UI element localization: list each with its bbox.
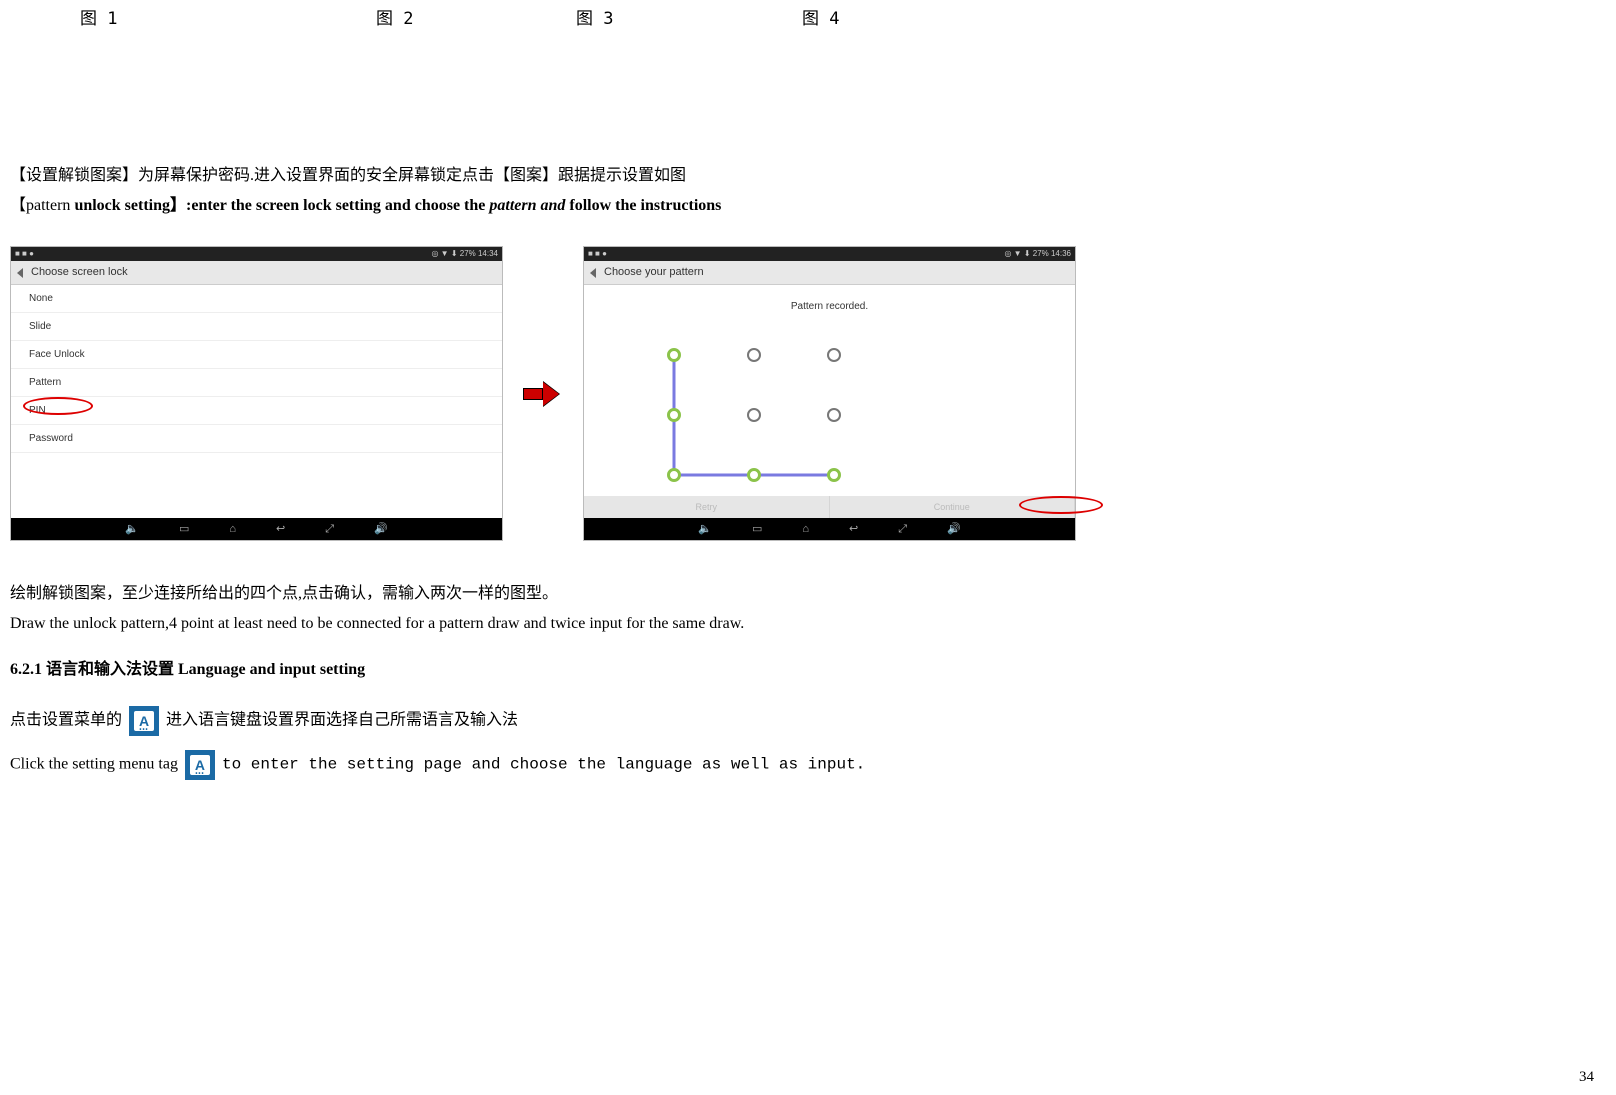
retry-button[interactable]: Retry — [584, 496, 830, 518]
figure-labels-row: 图 1 图 2 图 3 图 4 — [10, 6, 1606, 33]
screen-title: Choose screen lock — [31, 264, 128, 282]
lock-option-none[interactable]: None — [11, 285, 502, 313]
status-right: ◎ ▼ ⬇ 27% 14:36 — [1004, 248, 1071, 261]
paragraph-lang-en: Click the setting menu tag A to enter th… — [10, 750, 1606, 780]
nav-vol-down-icon[interactable]: 🔈 — [698, 521, 712, 539]
fig-label-1: 图 1 — [80, 6, 376, 33]
text-italic: pattern and — [489, 197, 569, 214]
status-right: ◎ ▼ ⬇ 27% 14:34 — [431, 248, 498, 261]
status-left: ■ ■ ● — [15, 248, 34, 261]
nav-expand-icon[interactable]: ⤢ — [325, 521, 334, 539]
screen-title: Choose your pattern — [604, 264, 704, 282]
nav-home-icon[interactable]: ⌂ — [802, 521, 809, 539]
screenshots-row: ■ ■ ● ◎ ▼ ⬇ 27% 14:34 Choose screen lock… — [10, 246, 1606, 541]
pattern-grid[interactable] — [659, 345, 859, 485]
pattern-button-bar: Retry Continue — [584, 496, 1075, 518]
paragraph-lang-zh: 点击设置菜单的 A 进入语言键盘设置界面选择自己所需语言及输入法 — [10, 706, 1606, 736]
screen-title-bar: Choose your pattern — [584, 261, 1075, 285]
language-icon: A — [185, 750, 215, 780]
text-pre: Click the setting menu tag — [10, 756, 182, 773]
nav-home-icon[interactable]: ⌂ — [229, 521, 236, 539]
status-bar: ■ ■ ● ◎ ▼ ⬇ 27% 14:36 — [584, 247, 1075, 261]
screenshot-choose-lock: ■ ■ ● ◎ ▼ ⬇ 27% 14:34 Choose screen lock… — [10, 246, 503, 541]
nav-vol-down-icon[interactable]: 🔈 — [125, 521, 139, 539]
text-pre: 点击设置菜单的 — [10, 712, 122, 729]
lock-option-password[interactable]: Password — [11, 425, 502, 453]
nav-bar: 🔈 ▭ ⌂ ↩ ⤢ 🔊 — [11, 518, 502, 540]
status-bar: ■ ■ ● ◎ ▼ ⬇ 27% 14:34 — [11, 247, 502, 261]
page-number: 34 — [1579, 1065, 1594, 1089]
text-post: 进入语言键盘设置界面选择自己所需语言及输入法 — [166, 712, 518, 729]
language-icon-letter: A — [190, 755, 210, 775]
nav-recent-icon[interactable]: ▭ — [752, 521, 762, 539]
screenshot-choose-pattern: ■ ■ ● ◎ ▼ ⬇ 27% 14:36 Choose your patter… — [583, 246, 1076, 541]
nav-vol-up-icon[interactable]: 🔊 — [947, 521, 961, 539]
text-bold-1: unlock setting】:enter the screen lock se… — [74, 197, 489, 214]
nav-bar: 🔈 ▭ ⌂ ↩ ⤢ 🔊 — [584, 518, 1075, 540]
back-icon[interactable] — [590, 268, 596, 278]
language-icon: A — [129, 706, 159, 736]
nav-expand-icon[interactable]: ⤢ — [898, 521, 907, 539]
fig-label-4: 图 4 — [802, 6, 839, 33]
screen-title-bar: Choose screen lock — [11, 261, 502, 285]
paragraph-lock-en: 【pattern unlock setting】:enter the scree… — [10, 193, 1606, 219]
nav-back-icon[interactable]: ↩ — [276, 521, 285, 539]
lock-option-list: None Slide Face Unlock Pattern PIN Passw… — [11, 285, 502, 453]
text-prefix: 【pattern — [10, 197, 74, 214]
fig-label-3: 图 3 — [576, 6, 802, 33]
section-title-6-2-1: 6.2.1 语言和输入法设置 Language and input settin… — [10, 657, 1606, 683]
nav-vol-up-icon[interactable]: 🔊 — [374, 521, 388, 539]
lock-option-face[interactable]: Face Unlock — [11, 341, 502, 369]
back-icon[interactable] — [17, 268, 23, 278]
language-icon-letter: A — [134, 711, 154, 731]
nav-back-icon[interactable]: ↩ — [849, 521, 858, 539]
pattern-message: Pattern recorded. — [584, 299, 1075, 315]
text-post: to enter the setting page and choose the… — [222, 756, 865, 774]
fig-label-2: 图 2 — [376, 6, 576, 33]
red-arrow-icon — [523, 382, 563, 406]
nav-recent-icon[interactable]: ▭ — [179, 521, 189, 539]
pattern-area[interactable]: Pattern recorded. — [584, 287, 1075, 496]
paragraph-draw-zh: 绘制解锁图案，至少连接所给出的四个点,点击确认，需输入两次一样的图型。 — [10, 581, 1606, 607]
lock-option-slide[interactable]: Slide — [11, 313, 502, 341]
lock-option-pattern[interactable]: Pattern — [11, 369, 502, 397]
paragraph-draw-en: Draw the unlock pattern,4 point at least… — [10, 611, 1606, 637]
status-left: ■ ■ ● — [588, 248, 607, 261]
text-bold-2: follow the instructions — [569, 197, 721, 214]
arrow-wrap — [503, 382, 583, 406]
paragraph-lock-zh: 【设置解锁图案】为屏幕保护密码.进入设置界面的安全屏幕锁定点击【图案】跟据提示设… — [10, 163, 1606, 189]
